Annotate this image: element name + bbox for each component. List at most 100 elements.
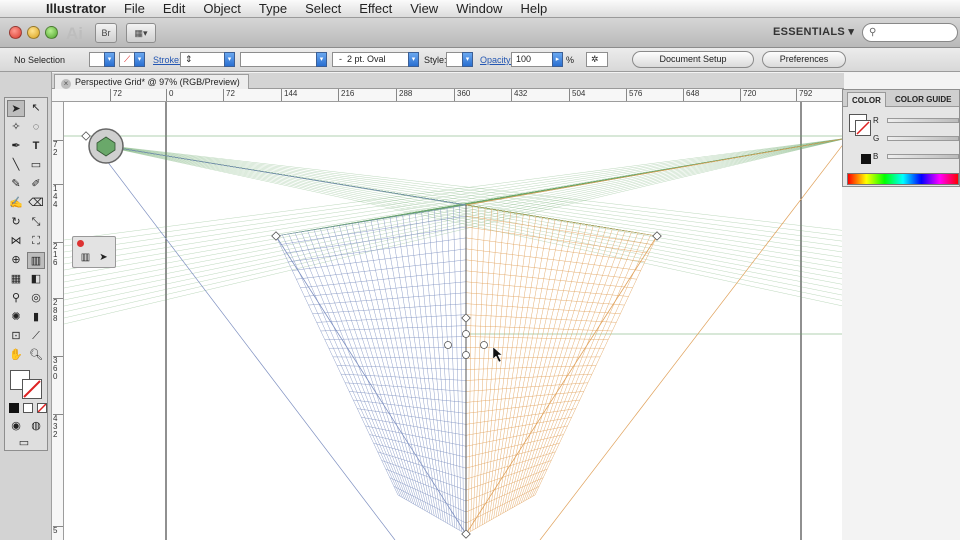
width-tool-icon[interactable]: ⋈ <box>7 233 25 250</box>
stroke-label[interactable]: Stroke: <box>153 55 182 65</box>
tab-color-guide[interactable]: COLOR GUIDE <box>891 92 955 107</box>
color-panel-tabs: COLOR COLOR GUIDE <box>843 90 959 107</box>
left-plane-horizontal-line <box>365 425 467 447</box>
rotate-tool-icon[interactable]: ↻ <box>7 214 25 231</box>
grid-cell-size-handle[interactable] <box>462 351 470 359</box>
free-transform-tool-icon[interactable]: ⛶ <box>27 233 45 250</box>
right-plane-horizontal-line <box>465 292 625 306</box>
red-label: R <box>873 116 879 125</box>
artboard-canvas[interactable] <box>64 102 842 540</box>
menu-file[interactable]: File <box>115 0 154 18</box>
opacity-dropdown[interactable]: ▸ <box>552 52 563 67</box>
menu-effect[interactable]: Effect <box>350 0 401 18</box>
profile-dropdown[interactable]: ▾ <box>316 52 327 67</box>
column-graph-tool-icon[interactable]: ▮ <box>27 309 45 326</box>
left-grid-plane-icon[interactable]: ▥ <box>77 250 94 266</box>
draw-normal-icon[interactable]: ◉ <box>7 418 25 435</box>
lasso-tool-icon[interactable]: ◌ <box>27 119 45 136</box>
green-slider[interactable] <box>887 136 959 141</box>
app-menu[interactable]: Illustrator <box>34 0 115 18</box>
menu-edit[interactable]: Edit <box>154 0 194 18</box>
menu-object[interactable]: Object <box>194 0 250 18</box>
fill-dropdown[interactable]: ▾ <box>104 52 115 67</box>
recolor-artwork-button[interactable]: ✲ <box>586 52 608 67</box>
panel-stroke-box[interactable] <box>855 120 871 136</box>
blend-tool-icon[interactable]: ◎ <box>27 290 45 307</box>
red-slider[interactable] <box>887 118 959 123</box>
blob-brush-tool-icon[interactable]: ✍ <box>7 195 25 212</box>
selection-tool-icon[interactable]: ➤ <box>7 100 25 117</box>
paintbrush-tool-icon[interactable]: ✎ <box>7 176 25 193</box>
eyedropper-tool-icon[interactable]: ⚲ <box>7 290 25 307</box>
hand-tool-icon[interactable]: ✋ <box>7 347 25 364</box>
menu-type[interactable]: Type <box>250 0 296 18</box>
perspective-grid-tool-icon[interactable]: ▥ <box>27 252 45 269</box>
rectangle-tool-icon[interactable]: ▭ <box>27 157 45 174</box>
pencil-tool-icon[interactable]: ✐ <box>27 176 45 193</box>
stroke-dropdown[interactable]: ▾ <box>134 52 145 67</box>
menu-select[interactable]: Select <box>296 0 350 18</box>
widget-close-icon[interactable] <box>77 240 84 247</box>
workspace-switcher[interactable]: ESSENTIALS ▾ <box>773 25 854 38</box>
document-tab[interactable]: × Perspective Grid* @ 97% (RGB/Preview) <box>54 74 249 89</box>
plane-switching-widget[interactable]: ▥ ➤ <box>72 236 116 268</box>
ground-level-handle[interactable] <box>462 330 470 338</box>
gradient-mode-icon[interactable] <box>23 403 33 413</box>
brush-definition[interactable]: - 2 pt. Oval <box>332 52 412 67</box>
close-window-button[interactable] <box>9 26 22 39</box>
right-plane-horizontal-line <box>465 382 588 392</box>
shape-builder-tool-icon[interactable]: ⊕ <box>7 252 25 269</box>
mesh-tool-icon[interactable]: ▦ <box>7 271 25 288</box>
menu-window[interactable]: Window <box>447 0 511 18</box>
perspective-selection-icon[interactable]: ➤ <box>95 250 112 266</box>
close-document-icon[interactable]: × <box>61 79 71 89</box>
grid-origin-handle[interactable] <box>81 131 91 141</box>
magic-wand-tool-icon[interactable]: ✧ <box>7 119 25 136</box>
symbol-sprayer-tool-icon[interactable]: ✺ <box>7 309 25 326</box>
last-color-swatch[interactable] <box>861 154 871 164</box>
color-mode-icon[interactable] <box>9 403 19 413</box>
horizontal-ruler[interactable]: 72 0 72 144 216 288 360 432 504 576 648 … <box>52 89 842 102</box>
search-field[interactable]: ⚲ <box>862 23 958 42</box>
color-spectrum-bar[interactable] <box>847 173 959 185</box>
stroke-weight-dropdown[interactable]: ▾ <box>224 52 235 67</box>
blue-slider[interactable] <box>887 154 959 159</box>
menu-view[interactable]: View <box>401 0 447 18</box>
draw-behind-icon[interactable]: ◍ <box>27 418 45 435</box>
stroke-color-box[interactable] <box>22 379 42 399</box>
vertical-ruler[interactable]: 7 2 1 4 4 2 1 6 2 8 8 3 6 0 4 3 2 5 <box>52 102 64 540</box>
bridge-button[interactable]: Br <box>95 23 117 43</box>
variable-width-profile[interactable] <box>240 52 320 67</box>
menu-help[interactable]: Help <box>511 0 556 18</box>
none-mode-icon[interactable] <box>37 403 47 413</box>
style-dropdown[interactable]: ▾ <box>462 52 473 67</box>
eraser-tool-icon[interactable]: ⌫ <box>27 195 45 212</box>
document-setup-button[interactable]: Document Setup <box>632 51 754 68</box>
ruler-tick: 72 <box>223 89 235 101</box>
opacity-field[interactable]: 100 <box>511 52 555 67</box>
zoom-window-button[interactable] <box>45 26 58 39</box>
zoom-tool-icon[interactable]: 🔍︎ <box>27 347 45 364</box>
tab-color[interactable]: COLOR <box>847 92 886 107</box>
vertical-extent-handle[interactable] <box>461 529 471 539</box>
left-grid-extent-handle[interactable] <box>444 341 452 349</box>
right-grid-extent-handle[interactable] <box>480 341 488 349</box>
perspective-grid[interactable] <box>64 102 842 540</box>
arrange-documents-button[interactable]: ▦▾ <box>126 23 156 43</box>
minimize-window-button[interactable] <box>27 26 40 39</box>
scale-tool-icon[interactable]: ⤡ <box>27 214 45 231</box>
direct-selection-tool-icon[interactable]: ↖ <box>27 100 45 117</box>
pen-tool-icon[interactable]: ✒ <box>7 138 25 155</box>
stroke-weight-field[interactable]: ⇕ <box>180 52 226 67</box>
slice-tool-icon[interactable]: ⟋ <box>27 328 45 345</box>
line-tool-icon[interactable]: ╲ <box>7 157 25 174</box>
screen-mode-icon[interactable]: ▭ <box>15 435 33 452</box>
preferences-button[interactable]: Preferences <box>762 51 846 68</box>
gradient-tool-icon[interactable]: ◧ <box>27 271 45 288</box>
artboard-tool-icon[interactable]: ⊡ <box>7 328 25 345</box>
opacity-label[interactable]: Opacity: <box>480 55 513 65</box>
floor-grid-line <box>93 143 842 307</box>
plane-widget-cube-icon[interactable] <box>88 128 124 164</box>
type-tool-icon[interactable]: T <box>27 138 45 155</box>
brush-dropdown[interactable]: ▾ <box>408 52 419 67</box>
